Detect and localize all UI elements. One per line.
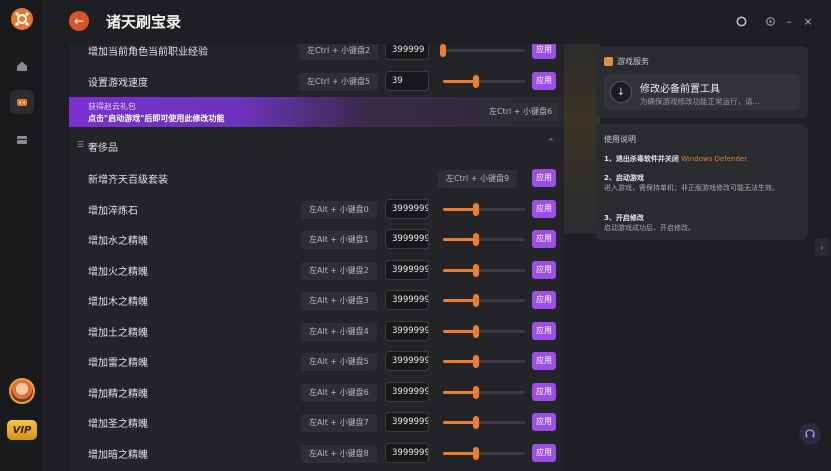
hotkey-badge[interactable]: 左Alt + 小键盘3 xyxy=(301,292,377,310)
value-input[interactable]: 3999999 xyxy=(385,229,429,249)
app-window: VIP ← 诸天刷宝录 – × 增加当前角色当前职业经验 左Ctrl + 小键盘… xyxy=(0,0,831,471)
close-icon[interactable]: × xyxy=(801,14,815,28)
list-item: 增加水之精魄 左Alt + 小键盘1 3999999 应用 xyxy=(69,224,564,254)
header: ← 诸天刷宝录 – × xyxy=(44,0,831,44)
list-item: 增加土之精魄 左Alt + 小键盘4 3999999 应用 xyxy=(69,316,564,346)
value-input[interactable]: 399999 xyxy=(385,44,429,60)
hotkey-badge[interactable]: 左Alt + 小键盘4 xyxy=(301,322,377,341)
vip-badge[interactable]: VIP xyxy=(7,420,37,440)
hotkey-badge[interactable]: 左Alt + 小键盘2 xyxy=(301,261,377,280)
hotkey-badge[interactable]: 左Ctrl + 小键盘9 xyxy=(438,170,518,188)
value-input[interactable]: 3999999 xyxy=(385,290,429,310)
apply-button[interactable]: 应用 xyxy=(532,382,556,401)
apply-button[interactable]: 应用 xyxy=(532,44,556,59)
value-input[interactable]: 3999999 xyxy=(385,351,429,371)
value-slider[interactable] xyxy=(443,385,525,399)
hotkey-badge[interactable]: 左Alt + 小键盘7 xyxy=(301,414,377,432)
hotkey-badge[interactable]: 左Alt + 小键盘8 xyxy=(301,444,377,463)
chevron-right-icon[interactable]: › xyxy=(815,238,829,256)
value-slider[interactable] xyxy=(443,263,525,277)
apply-button[interactable]: 应用 xyxy=(532,72,556,90)
background-art xyxy=(564,44,600,234)
settings-icon[interactable] xyxy=(763,14,777,28)
value-input[interactable]: 3999999 xyxy=(385,320,429,341)
list-item: 增加精之精魄 左Alt + 小键盘6 3999999 应用 xyxy=(69,377,564,407)
page-title: 诸天刷宝录 xyxy=(106,13,182,31)
prerequisite-tool-item[interactable]: ↓ 修改必备前置工具 为确保游戏修改功能正常运行，请... xyxy=(604,74,800,110)
back-arrow-icon[interactable]: ← xyxy=(69,11,89,31)
apply-button[interactable]: 应用 xyxy=(532,169,556,187)
value-slider[interactable] xyxy=(443,233,525,246)
apply-button[interactable]: 应用 xyxy=(532,413,556,431)
apply-button[interactable]: 应用 xyxy=(532,443,556,462)
home-icon[interactable] xyxy=(10,54,34,78)
value-slider[interactable] xyxy=(443,75,525,88)
hotkey-badge[interactable]: 左Ctrl + 小键盘6 xyxy=(482,103,560,121)
hotkey-badge[interactable]: 左Alt + 小键盘1 xyxy=(301,231,377,249)
app-logo-icon[interactable] xyxy=(11,8,33,30)
left-rail: VIP xyxy=(0,0,44,471)
download-icon: ↓ xyxy=(610,81,632,103)
value-slider[interactable] xyxy=(443,324,525,338)
chevron-up-icon[interactable]: ⌃ xyxy=(547,138,555,148)
list-item: 增加雷之精魄 左Alt + 小键盘5 3999999 应用 xyxy=(69,346,564,376)
locked-feature-banner[interactable]: 获得赵云礼包 点击"启动游戏"后即可使用此修改功能 左Ctrl + 小键盘6 xyxy=(69,97,564,127)
service-icon xyxy=(604,57,613,66)
cheat-list: 增加当前角色当前职业经验 左Ctrl + 小键盘2 399999 应用 设置游戏… xyxy=(69,44,564,471)
apply-button[interactable]: 应用 xyxy=(532,321,556,340)
hotkey-badge[interactable]: 左Alt + 小键盘5 xyxy=(301,353,377,371)
value-input[interactable]: 3999999 xyxy=(385,442,429,463)
value-slider[interactable] xyxy=(443,446,525,460)
hotkey-badge[interactable]: 左Alt + 小键盘0 xyxy=(301,200,377,219)
list-item: 设置游戏速度 左Ctrl + 小键盘5 39 应用 xyxy=(69,66,564,96)
hotkey-badge[interactable]: 左Ctrl + 小键盘5 xyxy=(299,73,379,91)
user-avatar[interactable] xyxy=(9,378,35,404)
list-item: 增加淬炼石 左Alt + 小键盘0 3999999 应用 xyxy=(69,194,564,224)
list-item: 增加当前角色当前职业经验 左Ctrl + 小键盘2 399999 应用 xyxy=(69,44,564,65)
list-item: 增加木之精魄 左Alt + 小键盘3 3999999 应用 xyxy=(69,285,564,315)
services-card: 游戏服务 ↓ 修改必备前置工具 为确保游戏修改功能正常运行，请... xyxy=(596,46,808,118)
value-slider[interactable] xyxy=(443,202,525,216)
value-slider[interactable] xyxy=(443,416,525,429)
apply-button[interactable]: 应用 xyxy=(532,199,556,218)
list-item: 增加圣之精魄 左Alt + 小键盘7 3999999 应用 xyxy=(69,407,564,437)
game-modifier-icon[interactable] xyxy=(10,90,34,114)
list-item: 新增齐天百级套装 左Ctrl + 小键盘9 应用 xyxy=(69,163,564,193)
apply-button[interactable]: 应用 xyxy=(532,230,556,248)
value-slider[interactable] xyxy=(443,355,525,368)
value-slider[interactable] xyxy=(443,294,525,307)
value-slider[interactable] xyxy=(440,44,525,57)
value-input[interactable]: 3999999 xyxy=(385,198,429,219)
headset-icon[interactable] xyxy=(799,423,821,445)
record-icon[interactable] xyxy=(734,14,748,28)
instructions-card: 使用说明 1、退出杀毒软件并关闭 Windows Defender 2、启动游戏… xyxy=(596,124,808,240)
list-item: 增加火之精魄 左Alt + 小键盘2 3999999 应用 xyxy=(69,255,564,285)
value-input[interactable]: 3999999 xyxy=(385,381,429,402)
apply-button[interactable]: 应用 xyxy=(532,291,556,309)
list-item: 增加暗之精魄 左Alt + 小键盘8 3999999 应用 xyxy=(69,438,564,468)
value-input[interactable]: 3999999 xyxy=(385,412,429,432)
minimize-icon[interactable]: – xyxy=(782,14,796,28)
hotkey-badge[interactable]: 左Alt + 小键盘6 xyxy=(301,383,377,402)
hotkey-badge[interactable]: 左Ctrl + 小键盘2 xyxy=(299,44,379,60)
apply-button[interactable]: 应用 xyxy=(532,352,556,370)
value-input[interactable]: 39 xyxy=(385,71,429,91)
list-icon: ☰ xyxy=(77,140,85,149)
section-header[interactable]: ☰ 奢侈品 ⌃ xyxy=(69,134,564,156)
value-input[interactable]: 3999999 xyxy=(385,259,429,280)
apply-button[interactable]: 应用 xyxy=(532,260,556,279)
archive-icon[interactable] xyxy=(10,128,34,152)
